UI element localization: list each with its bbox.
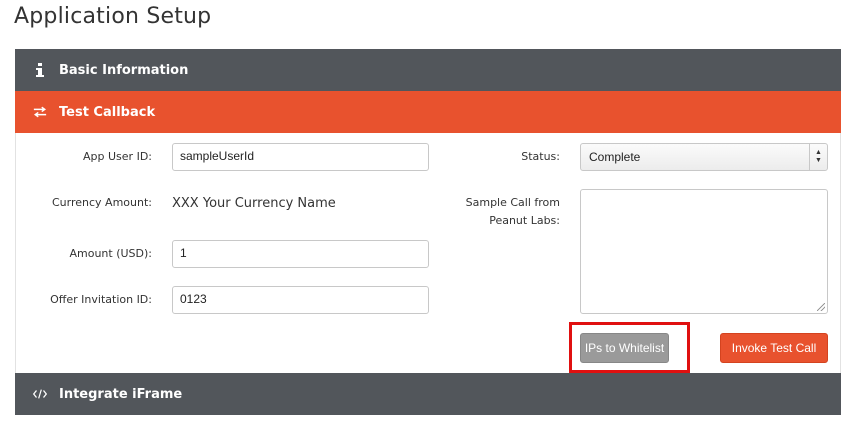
section-title-test-callback: Test Callback xyxy=(59,104,156,120)
info-icon xyxy=(33,63,47,77)
code-icon xyxy=(33,388,47,400)
resize-grip-icon[interactable] xyxy=(817,303,825,311)
section-test-callback[interactable]: Test Callback xyxy=(15,91,841,133)
sample-call-label: Sample Call from Peanut Labs: xyxy=(465,196,560,227)
currency-amount-label: Currency Amount: xyxy=(52,196,152,209)
offer-invitation-id-input[interactable]: 0123 xyxy=(172,286,429,314)
section-title-integrate-iframe: Integrate iFrame xyxy=(59,386,183,402)
select-arrows-icon: ▲ ▼ xyxy=(809,144,827,170)
page-title: Application Setup xyxy=(14,4,212,29)
currency-amount-value: XXX Your Currency Name xyxy=(172,196,336,211)
section-title-basic-information: Basic Information xyxy=(59,62,189,78)
status-label: Status: xyxy=(521,150,560,163)
test-callback-form: App User ID: sampleUserId Currency Amoun… xyxy=(15,133,841,373)
section-integrate-iframe[interactable]: Integrate iFrame xyxy=(15,373,841,415)
offer-invitation-id-label: Offer Invitation ID: xyxy=(50,293,152,306)
status-selected-value: Complete xyxy=(589,150,641,164)
invoke-test-call-button[interactable]: Invoke Test Call xyxy=(720,333,828,363)
app-user-id-input[interactable]: sampleUserId xyxy=(172,143,429,171)
section-basic-information[interactable]: Basic Information xyxy=(15,49,841,91)
sample-call-textarea[interactable] xyxy=(580,189,828,314)
status-select[interactable]: Complete ▲ ▼ xyxy=(580,143,828,171)
swap-arrows-icon xyxy=(33,106,47,118)
app-user-id-label: App User ID: xyxy=(83,150,152,163)
highlight-box xyxy=(569,322,690,373)
amount-usd-label: Amount (USD): xyxy=(69,247,152,260)
amount-usd-input[interactable]: 1 xyxy=(172,240,429,268)
